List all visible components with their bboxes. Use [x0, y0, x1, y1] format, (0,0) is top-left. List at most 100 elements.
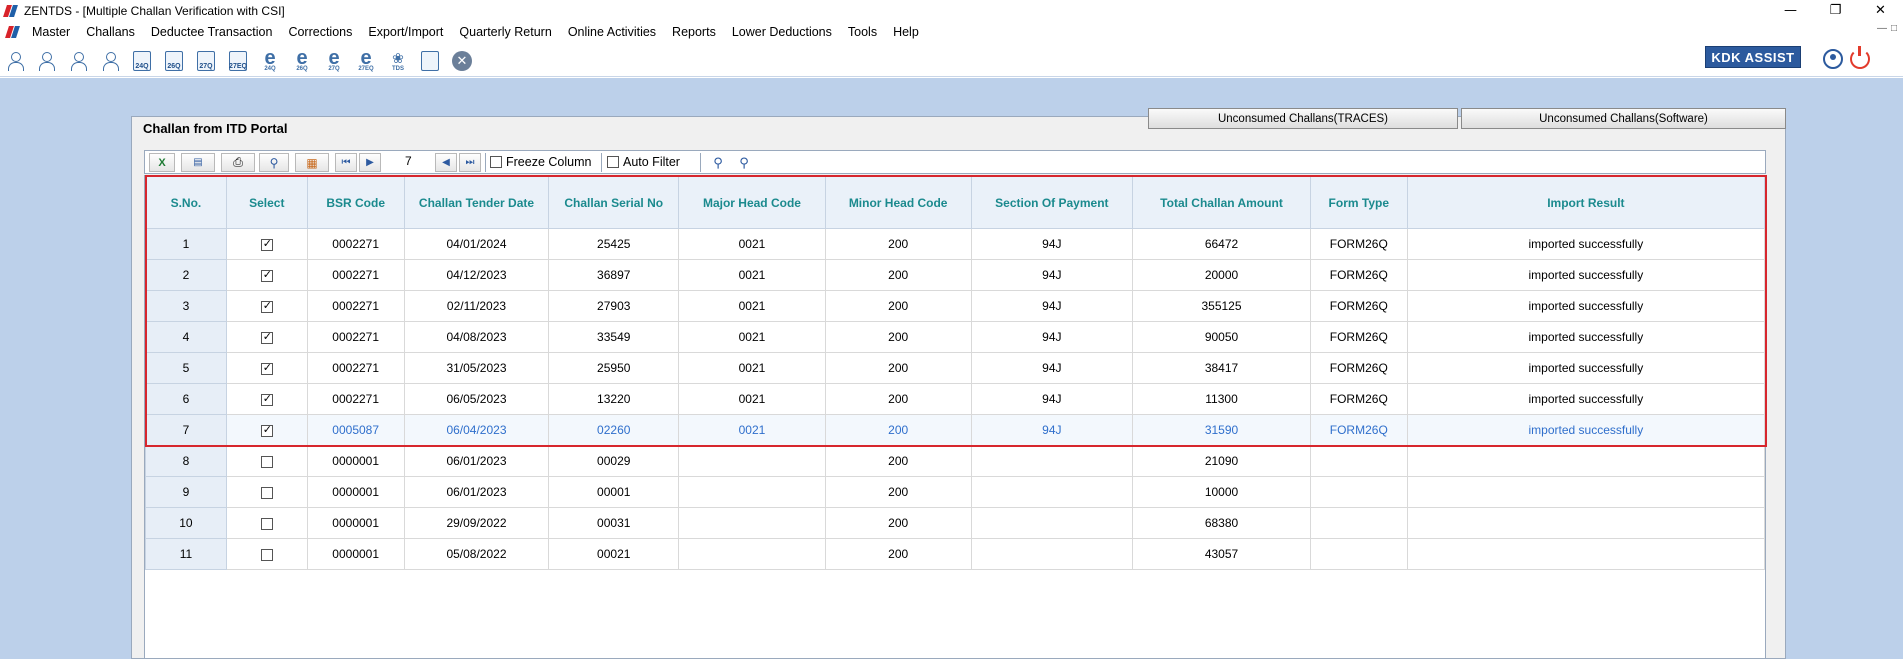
menu-lower-deductions[interactable]: Lower Deductions — [724, 21, 840, 43]
deductees-icon[interactable] — [34, 49, 58, 73]
report-icon[interactable] — [418, 49, 442, 73]
import-result-cell: imported successfully — [1406, 414, 1766, 446]
find-user-icon[interactable]: ⚲ — [708, 153, 728, 172]
auto-filter-checkbox[interactable] — [607, 156, 619, 168]
e-26q-icon[interactable]: e 26Q — [290, 48, 314, 73]
close-window-button[interactable]: ✕ — [1858, 0, 1903, 21]
menu-reports[interactable]: Reports — [664, 21, 724, 43]
menu-quarterly-return[interactable]: Quarterly Return — [451, 21, 559, 43]
prev-record-icon[interactable]: ▶ — [359, 153, 381, 172]
user-profile-icon[interactable] — [1823, 49, 1843, 69]
row-select-checkbox[interactable] — [260, 392, 273, 406]
close-icon[interactable]: ✕ — [450, 49, 474, 73]
restore-button[interactable]: ❐ — [1813, 0, 1858, 21]
form-26q-icon[interactable]: 26Q — [162, 49, 186, 73]
form-27q-icon[interactable]: 27Q — [194, 49, 218, 73]
table-row[interactable]: 9 0000001 06/01/2023 00001 200 10000 — [145, 476, 1766, 508]
table-row[interactable]: 8 0000001 06/01/2023 00029 200 21090 — [145, 445, 1766, 477]
table-row[interactable]: 11 0000001 05/08/2022 00021 200 43057 — [145, 538, 1766, 570]
tender-date-cell: 06/05/2023 — [403, 383, 550, 415]
next-record-icon[interactable]: ◀ — [435, 153, 457, 172]
deductees-person-icon — [36, 51, 56, 71]
row-select-checkbox[interactable] — [260, 330, 273, 344]
search-user-icon[interactable]: ⚲ — [734, 153, 754, 172]
select-cell — [225, 290, 308, 322]
row-select-checkbox[interactable] — [260, 268, 273, 282]
freeze-column-toggle[interactable]: Freeze Column — [490, 155, 591, 169]
menu-export-import[interactable]: Export/Import — [360, 21, 451, 43]
column-header-select[interactable]: Select — [225, 176, 308, 229]
unconsumed-traces-button[interactable]: Unconsumed Challans(TRACES) — [1148, 108, 1458, 129]
app-menu-icon[interactable] — [6, 25, 20, 39]
table-row[interactable]: 5 000227131/05/202325950002120094J38417FO… — [145, 352, 1766, 384]
preview-icon[interactable]: ⚲ — [259, 153, 289, 172]
menu-tools[interactable]: Tools — [840, 21, 885, 43]
column-header-serial-no[interactable]: Challan Serial No — [548, 176, 680, 229]
column-header-tender-date[interactable]: Challan Tender Date — [403, 176, 550, 229]
employee-salary-icon[interactable] — [98, 49, 122, 73]
select-cell — [225, 259, 308, 291]
column-header-major-head[interactable]: Major Head Code — [678, 176, 826, 229]
row-select-checkbox[interactable] — [260, 455, 273, 468]
freeze-column-checkbox[interactable] — [490, 156, 502, 168]
major-head-cell: 0021 — [678, 321, 826, 353]
form-type-cell: FORM26Q — [1309, 290, 1408, 322]
row-select-checkbox[interactable] — [260, 517, 273, 530]
e-27eq-icon[interactable]: e 27EQ — [354, 48, 378, 73]
print-icon[interactable]: ⎙ — [221, 153, 255, 172]
e-27q-label: 27Q — [328, 65, 340, 72]
table-row[interactable]: 4 000227104/08/202333549002120094J90050FO… — [145, 321, 1766, 353]
mdi-restore-icon[interactable]: □ — [1891, 23, 1897, 34]
row-select-checkbox[interactable] — [260, 486, 273, 499]
row-select-checkbox[interactable] — [260, 299, 273, 313]
power-icon[interactable] — [1850, 46, 1870, 69]
serial-no-cell: 00001 — [548, 476, 680, 508]
menu-help[interactable]: Help — [885, 21, 927, 43]
table-row[interactable]: 1 000227104/01/202425425002120094J66472FO… — [145, 228, 1766, 260]
deductor-icon[interactable] — [3, 49, 27, 73]
e-27q-icon[interactable]: e 27Q — [322, 48, 346, 73]
tds-icon[interactable]: ❀ TDS — [386, 49, 410, 73]
import-result-cell: imported successfully — [1406, 290, 1766, 322]
last-record-icon[interactable]: ⏭ — [459, 153, 481, 172]
table-row[interactable]: 3 000227102/11/202327903002120094J355125F… — [145, 290, 1766, 322]
column-header-minor-head[interactable]: Minor Head Code — [824, 176, 972, 229]
row-select-checkbox[interactable] — [260, 423, 273, 437]
form-24q-icon[interactable]: 24Q — [130, 49, 154, 73]
column-header-amount[interactable]: Total Challan Amount — [1132, 176, 1311, 229]
minimize-button[interactable]: — — [1768, 0, 1813, 21]
menu-challans[interactable]: Challans — [78, 21, 143, 43]
group-icon[interactable]: ▦ — [295, 153, 329, 172]
e-24q-icon[interactable]: e 24Q — [258, 48, 282, 73]
form-27eq-icon[interactable]: 27EQ — [226, 49, 250, 73]
bsr-code-cell: 0002271 — [306, 259, 405, 291]
import-result-cell: imported successfully — [1406, 383, 1766, 415]
column-header-bsr-code[interactable]: BSR Code — [306, 176, 405, 229]
column-header-form-type[interactable]: Form Type — [1309, 176, 1408, 229]
menu-online-activities[interactable]: Online Activities — [560, 21, 664, 43]
excel-export-icon[interactable]: X — [149, 153, 175, 172]
menu-master[interactable]: Master — [24, 21, 78, 43]
employee-icon[interactable] — [66, 49, 90, 73]
unconsumed-software-button[interactable]: Unconsumed Challans(Software) — [1461, 108, 1786, 129]
row-select-checkbox[interactable] — [260, 361, 273, 375]
table-row[interactable]: 6 000227106/05/202313220002120094J11300FO… — [145, 383, 1766, 415]
menu-deductee-transaction[interactable]: Deductee Transaction — [143, 21, 281, 43]
auto-filter-toggle[interactable]: Auto Filter — [607, 155, 680, 169]
pdf-export-icon[interactable]: ▤ — [181, 153, 215, 172]
column-header-section[interactable]: Section Of Payment — [970, 176, 1134, 229]
column-header-import-result[interactable]: Import Result — [1406, 176, 1766, 229]
row-select-checkbox[interactable] — [260, 548, 273, 561]
table-row[interactable]: 2 000227104/12/202336897002120094J20000FO… — [145, 259, 1766, 291]
column-header-sno[interactable]: S.No. — [145, 176, 227, 229]
first-record-icon[interactable]: ⏮ — [335, 153, 357, 172]
kdk-assist-button[interactable]: KDK ASSIST — [1705, 46, 1801, 68]
sno-cell: 8 — [145, 445, 227, 477]
mdi-minimize-icon[interactable]: — — [1877, 23, 1887, 34]
amount-cell: 21090 — [1132, 445, 1311, 477]
row-select-checkbox[interactable] — [260, 237, 273, 251]
section-cell — [970, 476, 1134, 508]
table-row[interactable]: 10 0000001 29/09/2022 00031 200 68380 — [145, 507, 1766, 539]
table-row[interactable]: 7 000508706/04/202302260002120094J31590FO… — [145, 414, 1766, 446]
menu-corrections[interactable]: Corrections — [280, 21, 360, 43]
